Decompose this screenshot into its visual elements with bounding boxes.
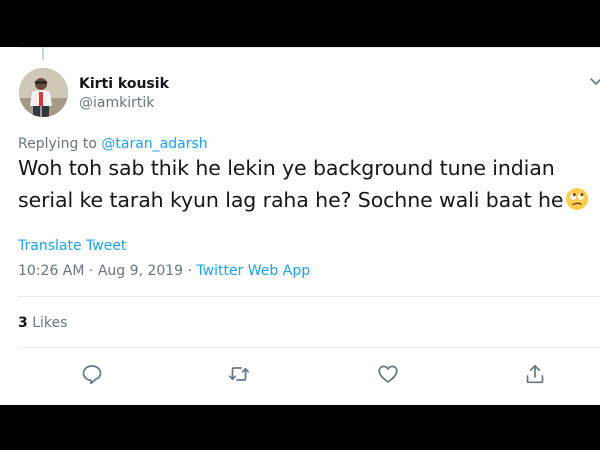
tweet-card: Kirti kousik @iamkirtik Replying to @tar… — [0, 47, 600, 405]
avatar-photo — [19, 68, 68, 117]
reply-button[interactable] — [81, 363, 103, 385]
avatar[interactable] — [19, 68, 68, 117]
share-icon — [526, 364, 544, 384]
thread-connector-line — [42, 47, 44, 60]
rolling-eyes-emoji-icon — [565, 187, 589, 211]
divider — [18, 47, 600, 48]
meta-separator: · — [183, 263, 197, 279]
mention-link[interactable]: @taran_adarsh — [101, 136, 207, 152]
author-handle[interactable]: @iamkirtik — [79, 95, 154, 111]
like-button[interactable] — [377, 363, 399, 385]
replying-prefix: Replying to — [18, 136, 102, 152]
likes-count: 3 — [18, 315, 28, 331]
replying-to: Replying to @taran_adarsh — [18, 136, 208, 152]
retweet-icon — [228, 367, 250, 381]
tweet-text: Woh toh sab thik he lekin ye background … — [18, 152, 598, 216]
reply-icon — [82, 365, 102, 385]
tweet-metadata: 10:26 AM · Aug 9, 2019 · Twitter Web App — [18, 263, 310, 279]
translate-tweet-link[interactable]: Translate Tweet — [18, 238, 126, 254]
divider — [18, 347, 600, 348]
meta-separator: · — [84, 263, 98, 279]
tweet-time[interactable]: 10:26 AM — [18, 263, 84, 279]
tweet-source-link[interactable]: Twitter Web App — [196, 263, 310, 279]
likes-label: Likes — [27, 315, 68, 331]
chevron-down-icon[interactable] — [588, 73, 600, 89]
tweet-text-line-with-emoji: serial ke tarah kyun lag raha he? Sochne… — [18, 184, 598, 216]
tweet-text-line: Woh toh sab thik he lekin ye background … — [18, 156, 555, 180]
retweet-button[interactable] — [228, 363, 250, 385]
divider — [18, 296, 600, 297]
tweet-text-line: serial ke tarah kyun lag raha he? Sochne… — [18, 188, 564, 212]
author-name[interactable]: Kirti kousik — [79, 76, 169, 92]
likes-stat[interactable]: 3 Likes — [18, 315, 67, 331]
tweet-date[interactable]: Aug 9, 2019 — [98, 263, 183, 279]
share-button[interactable] — [524, 363, 546, 385]
heart-icon — [378, 365, 398, 383]
